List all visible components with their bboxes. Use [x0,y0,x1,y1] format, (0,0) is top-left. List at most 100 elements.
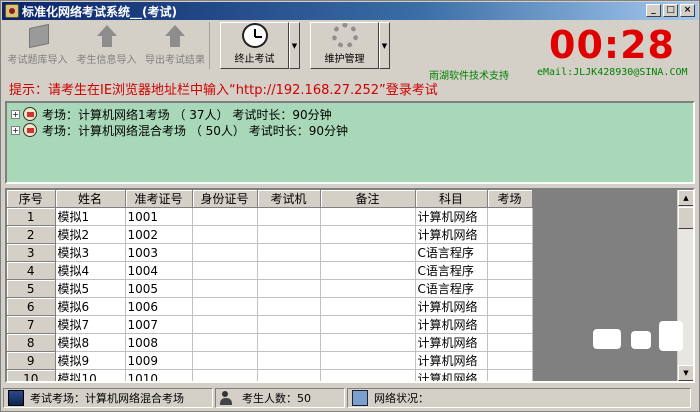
table-row[interactable]: 2 模拟2 1002 计算机网络 [7,225,533,244]
table-cell[interactable] [192,225,258,244]
table-cell[interactable] [257,207,321,226]
table-cell[interactable]: 模拟3 [55,243,126,262]
table-cell[interactable]: 1001 [125,207,193,226]
table-cell[interactable] [320,261,416,280]
table-cell[interactable]: 模拟2 [55,225,126,244]
table-cell[interactable] [257,351,321,370]
table-cell[interactable] [257,243,321,262]
column-header[interactable]: 考场 [487,190,533,208]
table-cell[interactable] [192,279,258,298]
minimize-button[interactable]: _ [646,4,661,17]
table-cell[interactable] [257,261,321,280]
maintenance-button[interactable]: 维护管理 [310,22,379,69]
table-cell[interactable]: 9 [7,351,56,370]
table-cell[interactable] [487,225,533,244]
table-row[interactable]: 7 模拟7 1007 计算机网络 [7,315,533,334]
table-cell[interactable] [192,369,258,381]
table-cell[interactable]: 2 [7,225,56,244]
export-results-button[interactable]: 导出考试结果 [141,22,210,69]
table-cell[interactable]: 计算机网络 [415,297,488,316]
table-cell[interactable]: 模拟8 [55,333,126,352]
table-cell[interactable] [257,279,321,298]
table-cell[interactable] [192,207,258,226]
table-cell[interactable]: 1007 [125,315,193,334]
table-cell[interactable] [192,333,258,352]
tree-item-room-2[interactable]: + 考场：计算机网络混合考场 （ 50人） 考试时长：90分钟 [11,122,348,138]
table-cell[interactable]: 7 [7,315,56,334]
table-cell[interactable]: 计算机网络 [415,351,488,370]
scroll-up-icon[interactable]: ▲ [678,190,693,206]
table-cell[interactable]: 1005 [125,279,193,298]
table-cell[interactable]: 模拟10 [55,369,126,381]
table-cell[interactable]: 计算机网络 [415,225,488,244]
table-cell[interactable]: 4 [7,261,56,280]
maintenance-dropdown[interactable]: ▼ [379,22,390,69]
table-cell[interactable] [487,297,533,316]
table-cell[interactable] [257,333,321,352]
table-cell[interactable] [192,243,258,262]
table-cell[interactable] [257,297,321,316]
table-cell[interactable]: 计算机网络 [415,315,488,334]
table-cell[interactable] [257,225,321,244]
table-cell[interactable]: 1004 [125,261,193,280]
stop-exam-dropdown[interactable]: ▼ [289,22,300,69]
table-row[interactable]: 9 模拟9 1009 计算机网络 [7,351,533,370]
table-cell[interactable] [320,369,416,381]
maximize-button[interactable]: □ [663,4,678,17]
table-row[interactable]: 3 模拟3 1003 C语言程序 [7,243,533,262]
table-cell[interactable]: 3 [7,243,56,262]
column-header[interactable]: 备注 [320,190,416,208]
table-row[interactable]: 5 模拟5 1005 C语言程序 [7,279,533,298]
column-header[interactable]: 考试机 [257,190,321,208]
table-cell[interactable] [487,369,533,381]
table-row[interactable]: 8 模拟8 1008 计算机网络 [7,333,533,352]
title-bar[interactable]: 标准化网络考试系统__(考试) _ □ × [2,2,698,20]
table-cell[interactable]: 1008 [125,333,193,352]
table-cell[interactable] [320,243,416,262]
table-cell[interactable]: C语言程序 [415,261,488,280]
table-cell[interactable]: 模拟6 [55,297,126,316]
tree-item-room-1[interactable]: + 考场：计算机网络1考场 （ 37人） 考试时长：90分钟 [11,106,332,122]
table-row[interactable]: 10 模拟10 1010 计算机网络 [7,369,533,381]
table-row[interactable]: 6 模拟6 1006 计算机网络 [7,297,533,316]
column-header[interactable]: 序号 [7,190,56,208]
table-cell[interactable] [487,315,533,334]
table-cell[interactable]: 1002 [125,225,193,244]
table-cell[interactable] [192,351,258,370]
column-header[interactable]: 准考证号 [125,190,193,208]
table-cell[interactable] [320,207,416,226]
table-cell[interactable] [320,279,416,298]
column-header[interactable]: 科目 [415,190,488,208]
table-cell[interactable] [487,279,533,298]
table-cell[interactable] [192,261,258,280]
table-cell[interactable] [487,333,533,352]
table-cell[interactable]: 模拟5 [55,279,126,298]
table-cell[interactable]: 1009 [125,351,193,370]
table-cell[interactable] [192,315,258,334]
table-cell[interactable]: 计算机网络 [415,369,488,381]
table-cell[interactable] [487,261,533,280]
table-cell[interactable]: 计算机网络 [415,333,488,352]
table-row[interactable]: 4 模拟4 1004 C语言程序 [7,261,533,280]
table-cell[interactable] [257,315,321,334]
table-cell[interactable]: 计算机网络 [415,207,488,226]
scroll-down-icon[interactable]: ▼ [678,365,693,381]
table-cell[interactable]: 1 [7,207,56,226]
table-cell[interactable]: 8 [7,333,56,352]
table-cell[interactable]: 1006 [125,297,193,316]
table-cell[interactable] [320,333,416,352]
stop-exam-button[interactable]: 终止考试 [220,22,289,69]
column-header[interactable]: 身份证号 [192,190,258,208]
table-cell[interactable] [487,243,533,262]
table-cell[interactable] [320,315,416,334]
table-cell[interactable] [320,351,416,370]
import-question-bank-button[interactable]: 考试题库导入 [3,22,72,69]
table-cell[interactable]: 10 [7,369,56,381]
expand-icon[interactable]: + [11,109,20,119]
table-cell[interactable]: 模拟1 [55,207,126,226]
table-cell[interactable]: 模拟4 [55,261,126,280]
scroll-thumb[interactable] [678,207,693,229]
expand-icon[interactable]: + [11,125,20,135]
close-button[interactable]: × [680,4,695,17]
table-cell[interactable] [320,225,416,244]
